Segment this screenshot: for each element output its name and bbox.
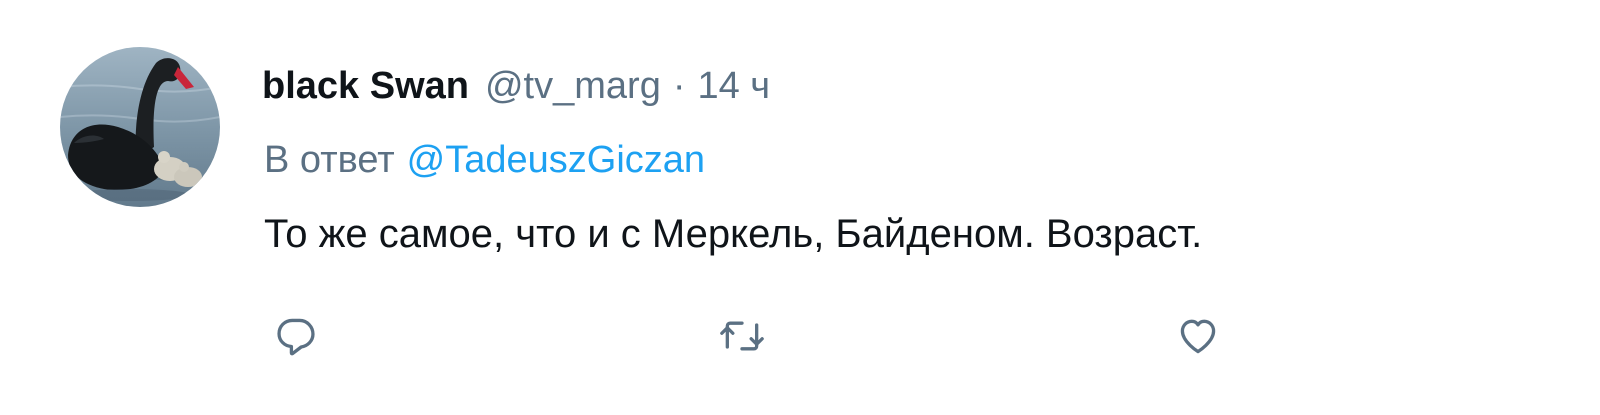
avatar[interactable] xyxy=(60,47,220,207)
reply-button[interactable] xyxy=(266,306,326,366)
tweet-timestamp[interactable]: 14 ч xyxy=(697,65,770,108)
reply-context: В ответ @TadeuszGiczan xyxy=(264,132,705,188)
retweet-icon xyxy=(720,321,764,351)
user-handle[interactable]: @tv_marg xyxy=(485,65,661,108)
black-swan-avatar-image xyxy=(60,47,220,207)
tweet-text: То же самое, что и с Меркель, Байденом. … xyxy=(264,211,1203,256)
reply-mention-link[interactable]: @TadeuszGiczan xyxy=(407,139,705,182)
reply-icon xyxy=(277,318,315,356)
reply-prefix: В ответ xyxy=(264,138,395,181)
tweet[interactable]: black Swan @tv_marg · 14 ч В ответ @Tade… xyxy=(0,0,1600,415)
heart-icon xyxy=(1180,319,1216,354)
display-name[interactable]: black Swan xyxy=(262,65,469,108)
retweet-button[interactable] xyxy=(712,306,772,366)
separator-dot: · xyxy=(672,64,686,107)
tweet-header: black Swan @tv_marg · 14 ч xyxy=(262,58,770,114)
like-button[interactable] xyxy=(1168,306,1228,366)
